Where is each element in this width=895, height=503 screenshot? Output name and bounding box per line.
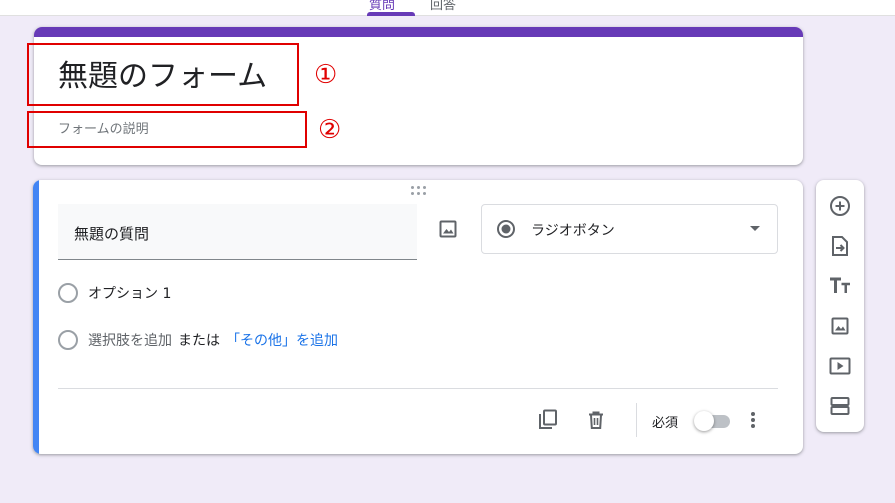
add-title-button[interactable] [828, 274, 852, 298]
annotation-box-2 [27, 111, 307, 148]
annotation-marker-2: ② [318, 115, 342, 145]
more-options-button[interactable] [743, 406, 763, 434]
section-icon [830, 397, 850, 415]
add-circle-icon [830, 196, 850, 216]
tab-responses[interactable]: 回答 [430, 0, 456, 13]
duplicate-button[interactable] [534, 406, 562, 434]
add-section-button[interactable] [828, 394, 852, 418]
footer-divider [58, 388, 778, 389]
add-question-button[interactable] [828, 194, 852, 218]
active-card-accent [33, 180, 39, 454]
add-video-button[interactable] [828, 354, 852, 378]
add-image-button[interactable] [828, 314, 852, 338]
active-tab-indicator [367, 12, 415, 16]
drag-handle-icon[interactable] [411, 186, 427, 196]
delete-button[interactable] [582, 406, 610, 434]
image-icon[interactable] [435, 216, 461, 242]
option-row[interactable]: オプション 1 [58, 281, 171, 305]
import-questions-button[interactable] [828, 234, 852, 258]
radio-circle-icon [58, 330, 78, 350]
footer-vertical-divider [636, 403, 637, 437]
option-label[interactable]: オプション 1 [88, 283, 171, 303]
add-option-button[interactable]: 選択肢を追加 [88, 330, 172, 350]
annotation-marker-1: ① [314, 60, 338, 90]
toggle-thumb [694, 411, 714, 431]
radio-circle-icon [58, 283, 78, 303]
top-tab-bar: 質問 回答 [0, 0, 895, 16]
required-toggle[interactable] [694, 411, 730, 431]
image-icon [831, 317, 849, 335]
radio-button-checked-icon [496, 219, 516, 243]
arrow-drop-down-icon [750, 226, 760, 231]
more-vert-icon [751, 412, 755, 428]
title-card-accent-bar [34, 27, 803, 37]
title-text-icon [830, 277, 850, 293]
question-title-text: 無題の質問 [74, 225, 150, 243]
or-separator-text: または [178, 333, 220, 349]
side-toolbar [816, 180, 864, 432]
question-type-label: ラジオボタン [531, 223, 615, 239]
content-copy-icon [539, 409, 557, 429]
question-card[interactable]: 無題の質問 ラジオボタン オプション 1 選択肢を追加 または 「その他」を追加 [33, 180, 803, 454]
video-icon [829, 357, 851, 375]
required-label: 必須 [652, 416, 679, 431]
trash-icon [589, 411, 603, 429]
add-option-row: 選択肢を追加 または 「その他」を追加 [58, 328, 338, 352]
annotation-box-1 [27, 43, 299, 106]
question-title-input[interactable]: 無題の質問 [58, 204, 417, 260]
question-type-dropdown[interactable]: ラジオボタン [481, 204, 778, 254]
add-other-link[interactable]: 「その他」を追加 [226, 330, 338, 350]
import-question-icon [832, 236, 848, 256]
